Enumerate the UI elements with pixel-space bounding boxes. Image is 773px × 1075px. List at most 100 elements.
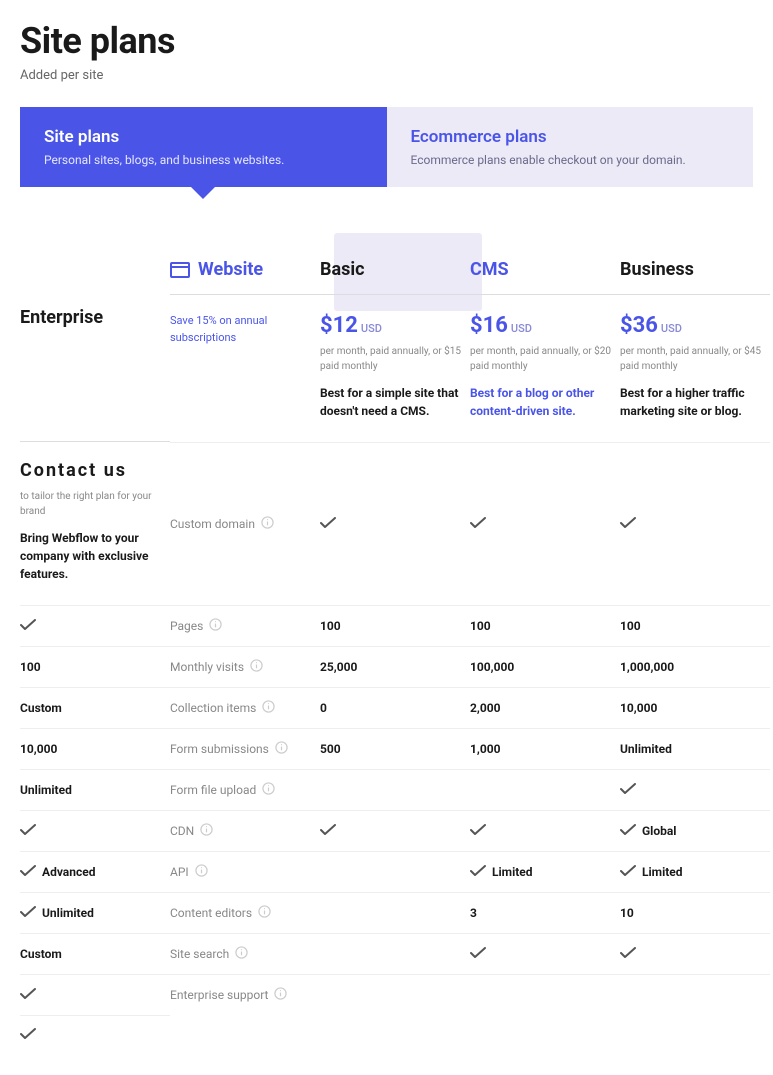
feature-enterprise_support-business [620,974,770,1015]
feature-value-text: 1,000,000 [620,660,674,674]
check-icon [620,865,636,880]
category-header: Website [170,247,320,295]
price-cur-business: USD [661,322,682,335]
feature-pages-business: 100 [620,605,770,646]
feature-form_submissions-business: Unlimited [620,728,770,769]
info-icon[interactable] [261,516,274,532]
price-cms: $16USD per month, paid annually, or $20 … [470,295,620,442]
feature-value-text: 2,000 [470,701,501,715]
feature-api-business: Limited [620,851,770,892]
feature-value-text: Unlimited [20,783,72,797]
feature-value-text: 100 [20,660,41,674]
page-subtitle: Added per site [20,68,753,83]
price-enterprise: Contact us to tailor the right plan for … [20,442,170,605]
plan-tabs: Site plans Personal sites, blogs, and bu… [20,107,753,187]
feature-value-text: 100 [320,619,341,633]
feature-text: Site search [170,947,229,961]
feature-cdn-enterprise: Advanced [20,851,170,892]
info-icon[interactable] [274,987,287,1003]
price-value-business: $36 [620,313,658,338]
feature-text: CDN [170,824,194,838]
page-title: Site plans [20,20,753,62]
feature-value-text: 25,000 [320,660,357,674]
feature-value-text: 10,000 [20,742,57,756]
check-icon [470,824,486,839]
feature-value-text: 1,000 [470,742,501,756]
check-icon [470,947,486,962]
feature-text: API [170,865,189,879]
feature-label-enterprise_support: Enterprise support [170,974,320,1015]
info-icon[interactable] [250,659,263,675]
feature-value-text: Custom [20,947,62,961]
info-icon[interactable] [195,864,208,880]
feature-content_editors-enterprise: Custom [20,933,170,974]
info-icon[interactable] [275,741,288,757]
check-icon [320,824,336,839]
feature-custom_domain-enterprise [20,605,170,646]
feature-value-text: Limited [642,865,683,879]
feature-value-text: 10 [620,906,634,920]
feature-form_file_upload-basic [320,769,470,810]
feature-form_file_upload-enterprise [20,810,170,851]
feature-pages-basic: 100 [320,605,470,646]
feature-enterprise_support-basic [320,974,470,1015]
feature-site_search-enterprise [20,974,170,1015]
feature-text: Collection items [170,701,256,715]
feature-content_editors-basic [320,892,470,933]
tab-ecommerce-plans[interactable]: Ecommerce plans Ecommerce plans enable c… [387,107,754,187]
info-icon[interactable] [235,946,248,962]
feature-cdn-business: Global [620,810,770,851]
feature-label-form_submissions: Form submissions [170,728,320,769]
feature-text: Form submissions [170,742,269,756]
feature-value-text: 100,000 [470,660,514,674]
feature-content_editors-cms: 3 [470,892,620,933]
feature-api-cms: Limited [470,851,620,892]
tab-ecom-title: Ecommerce plans [411,127,730,147]
feature-enterprise_support-cms [470,974,620,1015]
plan-header-basic: Basic [320,247,470,295]
info-icon[interactable] [209,618,222,634]
price-sub-business: per month, paid annually, or $45 paid mo… [620,344,764,374]
feature-value-text: 3 [470,906,477,920]
feature-form_submissions-basic: 500 [320,728,470,769]
feature-monthly_visits-enterprise: Custom [20,687,170,728]
price-contact-enterprise[interactable]: Contact us [20,460,164,481]
tab-site-plans[interactable]: Site plans Personal sites, blogs, and bu… [20,107,387,187]
feature-value-text: 100 [470,619,491,633]
feature-label-collection_items: Collection items [170,687,320,728]
price-business: $36USD per month, paid annually, or $45 … [620,295,770,442]
price-best-cms: Best for a blog or other content-driven … [470,384,614,420]
check-icon [20,988,36,1003]
feature-value-text: Limited [492,865,533,879]
feature-form_submissions-enterprise: Unlimited [20,769,170,810]
plan-header-cms: CMS [470,247,620,295]
feature-site_search-business [620,933,770,974]
feature-value-text: Custom [20,701,62,715]
feature-api-basic [320,851,470,892]
check-icon [320,517,336,532]
info-icon[interactable] [262,782,275,798]
feature-label-cdn: CDN [170,810,320,851]
tab-site-desc: Personal sites, blogs, and business webs… [44,153,363,167]
feature-monthly_visits-basic: 25,000 [320,646,470,687]
feature-enterprise_support-enterprise [20,1015,170,1055]
plan-header-business: Business [620,247,770,295]
feature-custom_domain-basic [320,442,470,605]
info-icon[interactable] [200,823,213,839]
price-cur-cms: USD [511,322,532,335]
info-icon[interactable] [258,905,271,921]
plan-header-enterprise: Enterprise [20,295,170,442]
price-value-basic: $12 [320,313,358,338]
feature-text: Enterprise support [170,988,268,1002]
price-value-cms: $16 [470,313,508,338]
feature-cdn-basic [320,810,470,851]
check-icon [20,824,36,839]
feature-site_search-basic [320,933,470,974]
info-icon[interactable] [262,700,275,716]
feature-monthly_visits-cms: 100,000 [470,646,620,687]
feature-text: Form file upload [170,783,256,797]
price-best-basic: Best for a simple site that doesn't need… [320,384,464,420]
browser-icon [170,262,190,278]
feature-value-text: Unlimited [620,742,672,756]
feature-value-text: 0 [320,701,327,715]
